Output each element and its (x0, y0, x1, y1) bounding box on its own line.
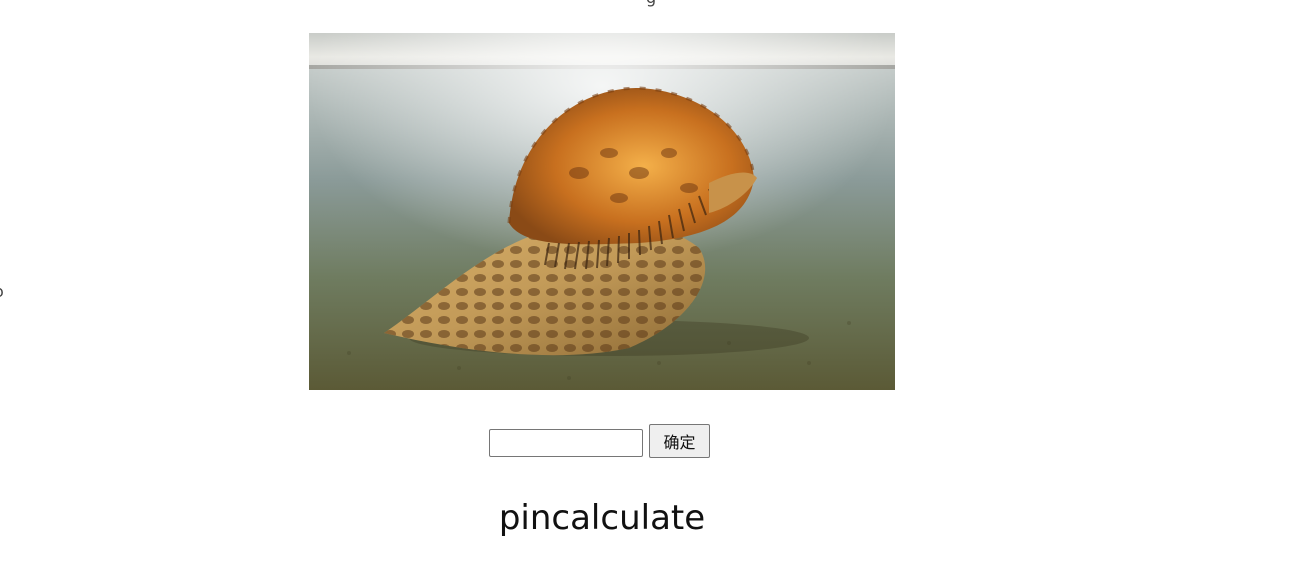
clipped-text-top: g (646, 0, 656, 6)
clipped-text-left: o (0, 284, 4, 300)
input-row: 确定 (489, 424, 710, 458)
confirm-button[interactable]: 确定 (649, 424, 710, 458)
result-text: pincalculate (498, 498, 706, 538)
value-input[interactable] (489, 429, 643, 457)
conch-shell-image (309, 33, 895, 390)
